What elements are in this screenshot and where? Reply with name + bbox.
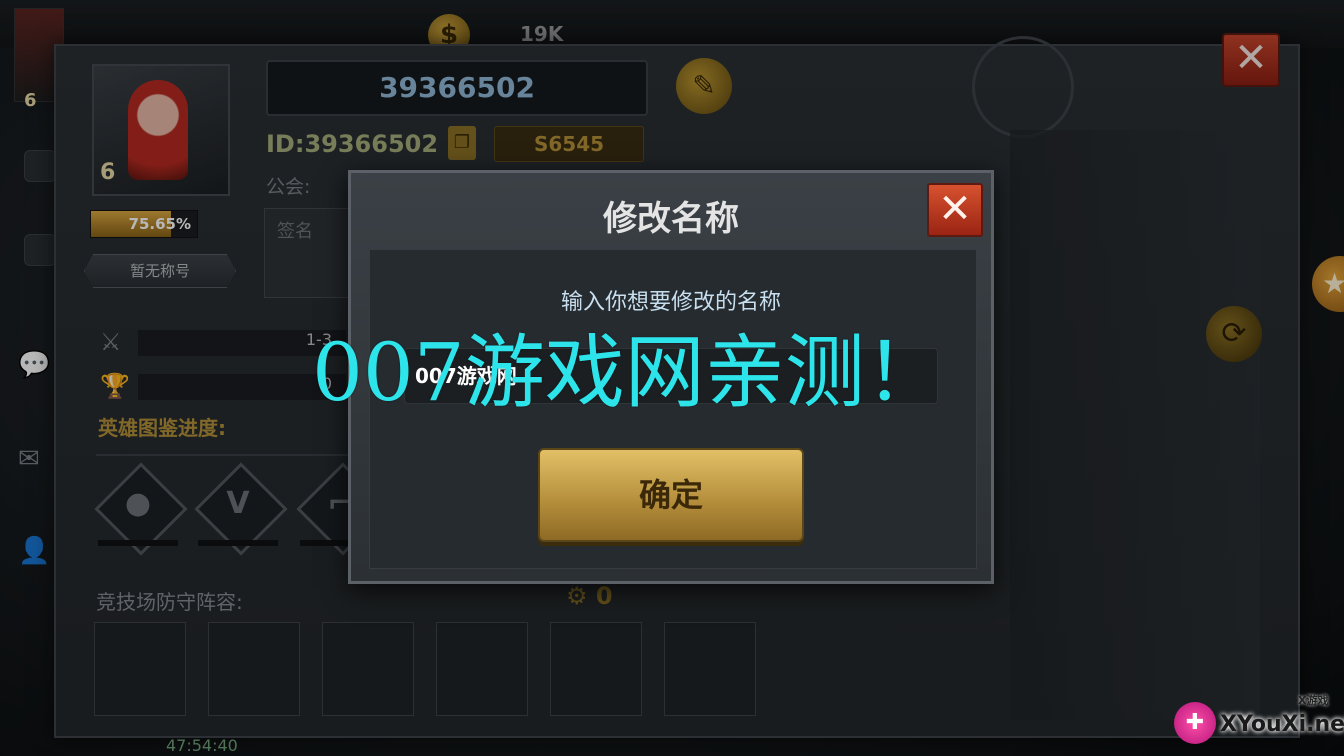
- site-subtitle: X游戏: [1298, 694, 1329, 707]
- site-logo: ✚ XYouXi.net X游戏: [1170, 692, 1344, 756]
- dialog-title: 修改名称: [603, 199, 739, 239]
- game-screen: 6 $ 19K 💬 ✉ 👤 ✕ 6 75.65% 暂无称号 39366502 ✎…: [0, 0, 1344, 756]
- confirm-button[interactable]: 确定: [538, 448, 804, 542]
- watermark-text: 007游戏网亲测！: [312, 326, 945, 419]
- gamepad-icon: ✚: [1174, 702, 1216, 744]
- dialog-close-button[interactable]: ✕: [927, 183, 983, 237]
- rename-prompt: 输入你想要修改的名称: [560, 290, 781, 315]
- site-name: XYouXi.net: [1220, 712, 1344, 737]
